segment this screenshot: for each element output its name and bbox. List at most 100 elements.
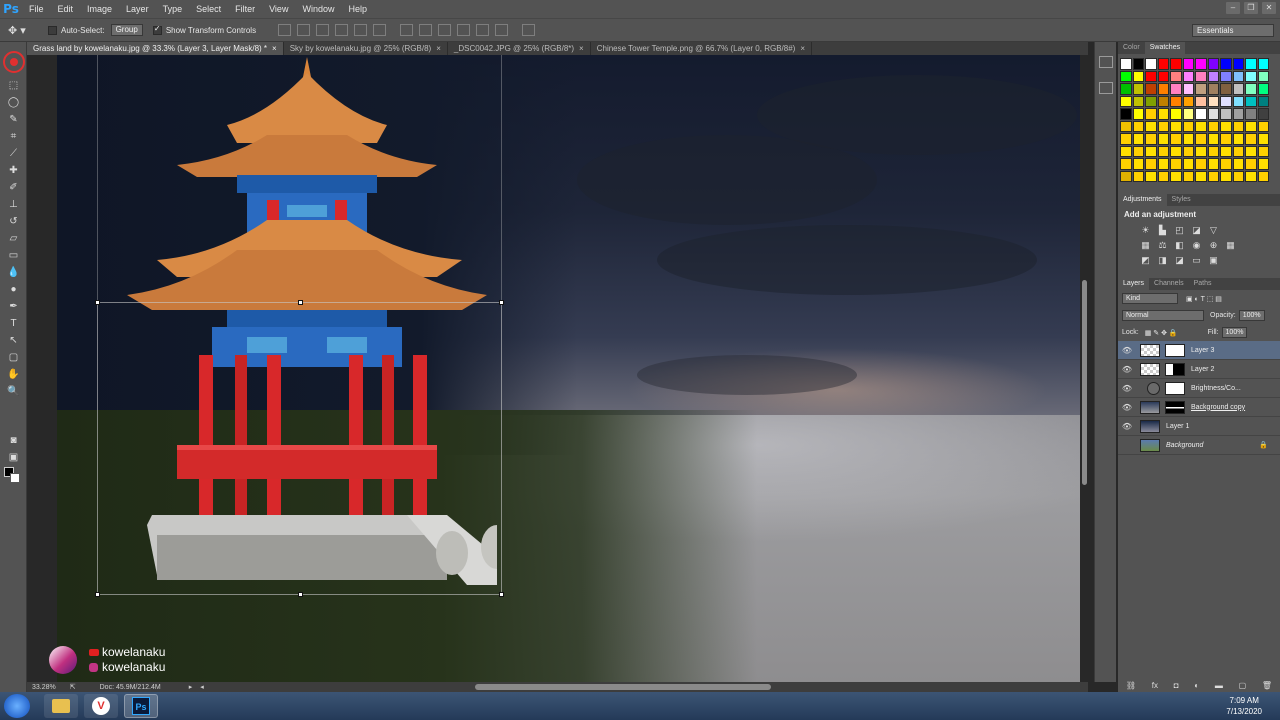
color-swatch[interactable] xyxy=(1195,133,1207,145)
layer-mask-thumbnail[interactable] xyxy=(1165,381,1185,395)
filter-pixel-icon[interactable]: ▣ ◐ T ⬚ ▤ xyxy=(1186,295,1222,303)
vibrance-icon[interactable]: ▽ xyxy=(1208,225,1219,236)
color-swatch[interactable] xyxy=(1145,120,1157,132)
eyedropper-tool-icon[interactable]: ⟋ xyxy=(3,145,24,161)
color-swatch[interactable] xyxy=(1145,58,1157,70)
color-swatch[interactable] xyxy=(1220,120,1232,132)
blend-mode-select[interactable]: Normal xyxy=(1122,310,1204,321)
tab-channels[interactable]: Channels xyxy=(1149,278,1189,290)
color-swatch[interactable] xyxy=(1207,70,1219,82)
vivaldi-icon[interactable]: V xyxy=(84,694,118,718)
close-icon[interactable]: ✕ xyxy=(1262,2,1276,14)
color-swatch[interactable] xyxy=(1157,95,1169,107)
eye-icon[interactable]: 👁 xyxy=(1118,365,1136,374)
move-tool-preset-icon[interactable]: ✥ ▾ xyxy=(8,21,38,39)
color-swatch[interactable] xyxy=(1170,158,1182,170)
levels-icon[interactable]: ▙ xyxy=(1157,225,1168,236)
menu-filter[interactable]: Filter xyxy=(228,0,262,18)
layer-name[interactable]: Brightness/Co... xyxy=(1191,385,1241,392)
color-swatch[interactable] xyxy=(1132,83,1144,95)
color-swatch[interactable] xyxy=(1195,170,1207,182)
canvas-area[interactable]: kowelanaku kowelanaku xyxy=(27,55,1088,682)
color-swatch[interactable] xyxy=(1182,108,1194,120)
color-swatch[interactable] xyxy=(1145,133,1157,145)
color-swatch[interactable] xyxy=(1195,158,1207,170)
history-brush-tool-icon[interactable]: ↺ xyxy=(3,213,24,229)
eye-icon[interactable]: 👁 xyxy=(1118,346,1136,355)
distribute-right-icon[interactable] xyxy=(495,24,509,36)
layer-row[interactable]: 👁 Layer 1 xyxy=(1118,417,1280,436)
color-swatch[interactable] xyxy=(1245,70,1257,82)
tab-grass-land[interactable]: Grass land by kowelanaku.jpg @ 33.3% (La… xyxy=(27,42,284,55)
color-swatch[interactable] xyxy=(1132,58,1144,70)
color-swatch[interactable] xyxy=(1182,120,1194,132)
color-swatch[interactable] xyxy=(1257,83,1269,95)
layer-name[interactable]: Background xyxy=(1166,442,1203,449)
color-swatch[interactable] xyxy=(1232,170,1244,182)
close-tab-icon[interactable]: × xyxy=(436,44,441,53)
transform-handle[interactable] xyxy=(298,300,303,305)
photoshop-taskbar-icon[interactable]: Ps xyxy=(124,694,158,718)
zoom-level[interactable]: 33.28% xyxy=(32,684,56,691)
color-swatch[interactable] xyxy=(1170,95,1182,107)
auto-select-checkbox[interactable] xyxy=(48,25,57,35)
color-swatch[interactable] xyxy=(1182,133,1194,145)
color-swatch[interactable] xyxy=(1220,95,1232,107)
color-swatch[interactable] xyxy=(1245,58,1257,70)
transform-bounding-box[interactable] xyxy=(95,300,504,597)
color-swatch[interactable] xyxy=(1120,70,1132,82)
color-swatch[interactable] xyxy=(1220,133,1232,145)
color-swatch[interactable] xyxy=(1207,133,1219,145)
transform-handle[interactable] xyxy=(499,592,504,597)
color-swatch[interactable] xyxy=(1195,58,1207,70)
color-swatch[interactable] xyxy=(1132,108,1144,120)
color-swatch[interactable] xyxy=(1182,58,1194,70)
layer-row[interactable]: 👁 Background copy xyxy=(1118,398,1280,417)
auto-align-icon[interactable] xyxy=(522,24,536,36)
color-swatch[interactable] xyxy=(1120,158,1132,170)
type-tool-icon[interactable]: T xyxy=(3,315,24,331)
color-swatch[interactable] xyxy=(1207,145,1219,157)
color-swatch[interactable] xyxy=(1220,58,1232,70)
transform-handle[interactable] xyxy=(298,592,303,597)
color-swatch[interactable] xyxy=(1232,145,1244,157)
distribute-hcenter-icon[interactable] xyxy=(476,24,490,36)
path-selection-tool-icon[interactable]: ↖ xyxy=(3,332,24,348)
color-swatch[interactable] xyxy=(1232,158,1244,170)
color-swatch[interactable] xyxy=(1132,70,1144,82)
color-swatch[interactable] xyxy=(1220,108,1232,120)
distribute-top-icon[interactable] xyxy=(400,24,414,36)
photo-filter-icon[interactable]: ◉ xyxy=(1191,240,1202,251)
color-swatch[interactable] xyxy=(1245,95,1257,107)
layer-row[interactable]: Background 🔒 xyxy=(1118,436,1280,455)
fx-icon[interactable]: fx xyxy=(1152,681,1158,690)
color-swatch[interactable] xyxy=(1257,158,1269,170)
auto-select-dropdown[interactable]: Group xyxy=(110,24,143,36)
color-swatch[interactable] xyxy=(1120,145,1132,157)
layer-filter-kind[interactable]: Kind xyxy=(1122,293,1178,304)
align-vcenter-icon[interactable] xyxy=(297,24,311,36)
tab-color[interactable]: Color xyxy=(1118,42,1145,54)
crop-tool-icon[interactable]: ⌗ xyxy=(3,128,24,144)
color-swatch[interactable] xyxy=(1157,145,1169,157)
color-swatch[interactable] xyxy=(1195,95,1207,107)
explorer-icon[interactable] xyxy=(44,694,78,718)
brush-tool-icon[interactable]: ✐ xyxy=(3,179,24,195)
restore-icon[interactable]: ❐ xyxy=(1244,2,1258,14)
color-swatch[interactable] xyxy=(1220,83,1232,95)
quick-select-tool-icon[interactable]: ✎ xyxy=(3,111,24,127)
color-swatch[interactable] xyxy=(1145,95,1157,107)
color-swatch[interactable] xyxy=(1170,108,1182,120)
new-layer-icon[interactable]: ▢ xyxy=(1239,681,1247,690)
color-swatch[interactable] xyxy=(1145,108,1157,120)
color-swatch[interactable] xyxy=(1182,83,1194,95)
hue-saturation-icon[interactable]: ▦ xyxy=(1140,240,1151,251)
color-swatch[interactable] xyxy=(1170,83,1182,95)
close-tab-icon[interactable]: × xyxy=(800,44,805,53)
color-swatch[interactable] xyxy=(1245,108,1257,120)
layer-name[interactable]: Layer 3 xyxy=(1191,347,1214,354)
tab-paths[interactable]: Paths xyxy=(1189,278,1217,290)
channel-mixer-icon[interactable]: ⊕ xyxy=(1208,240,1219,251)
close-tab-icon[interactable]: × xyxy=(579,44,584,53)
color-swatch[interactable] xyxy=(1120,120,1132,132)
